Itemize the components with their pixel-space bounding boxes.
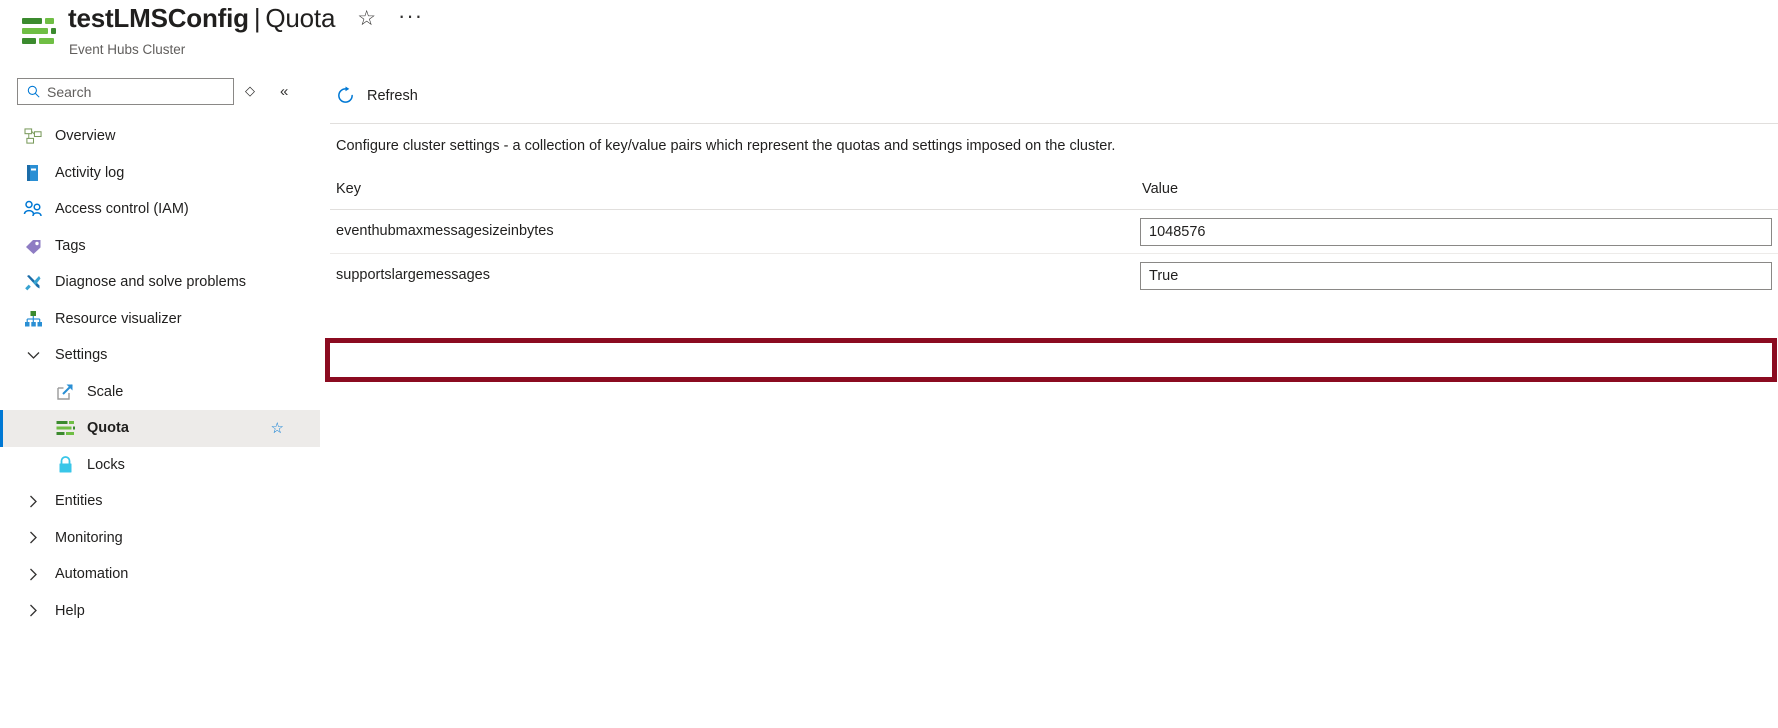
- sidebar-item-label: Resource visualizer: [55, 310, 182, 327]
- refresh-icon: [336, 86, 355, 105]
- chevron-right-icon: [20, 568, 46, 581]
- command-bar-divider: [330, 123, 1778, 124]
- highlight-annotation-box: [325, 338, 1777, 382]
- sidebar-group-label: Settings: [55, 347, 108, 364]
- sidebar-item-label: Diagnose and solve problems: [55, 274, 247, 291]
- sidebar-group-label: Monitoring: [55, 529, 123, 546]
- ellipsis-icon[interactable]: ···: [398, 4, 423, 27]
- azure-portal-quota-blade: testLMSConfig | Quota ☆ ··· Event Hubs Clu…: [0, 0, 1778, 728]
- refresh-button[interactable]: Refresh: [336, 86, 418, 105]
- quota-cluster-icon: [22, 17, 56, 47]
- sidebar-item-access-control[interactable]: Access control (IAM): [0, 191, 320, 228]
- table-row: eventhubmaxmessagesizeinbytes: [330, 210, 1778, 254]
- resource-type-subtitle: Event Hubs Cluster: [69, 42, 186, 57]
- sidebar-item-label: Tags: [55, 237, 86, 254]
- overview-icon: [20, 126, 46, 146]
- sidebar-item-tags[interactable]: Tags: [0, 228, 320, 265]
- chevron-right-icon: [20, 531, 46, 544]
- sidebar-item-label: Scale: [87, 383, 124, 400]
- sidebar-item-diagnose[interactable]: Diagnose and solve problems: [0, 264, 320, 301]
- lock-icon: [52, 455, 78, 475]
- sidebar-item-locks[interactable]: Locks: [0, 447, 320, 484]
- blade-header: testLMSConfig | Quota ☆ ··· Event Hubs Clu…: [0, 0, 1778, 70]
- blade-content: Refresh Configure cluster settings - a c…: [320, 72, 1778, 728]
- sidebar-item-overview[interactable]: Overview: [0, 118, 320, 155]
- diagnose-icon: [20, 272, 46, 292]
- tags-icon: [20, 236, 46, 256]
- blade-name: Quota: [265, 3, 336, 33]
- search-icon: [22, 85, 44, 98]
- blade-description: Configure cluster settings - a collectio…: [336, 138, 1116, 154]
- column-header-value: Value: [1142, 181, 1179, 197]
- activity-log-icon: [20, 163, 46, 183]
- resource-visualizer-icon: [20, 309, 46, 329]
- collapse-sidebar-icon[interactable]: «: [280, 83, 288, 100]
- chevron-down-icon: [20, 351, 46, 360]
- page-title-row: testLMSConfig | Quota ☆ ···: [68, 3, 423, 34]
- expand-collapse-all-icon[interactable]: ◇: [245, 83, 255, 99]
- table-row: supportslargemessages: [330, 254, 1778, 298]
- scale-icon: [52, 382, 78, 402]
- sidebar-item-quota[interactable]: Quota ☆: [0, 410, 320, 447]
- sidebar-group-settings[interactable]: Settings: [0, 337, 320, 374]
- star-outline-icon[interactable]: ☆: [271, 419, 284, 437]
- command-bar: Refresh: [320, 72, 1778, 126]
- quota-settings-table: Key Value eventhubmaxmessagesizeinbytes …: [330, 172, 1778, 298]
- sidebar-item-activity-log[interactable]: Activity log: [0, 155, 320, 192]
- setting-value-input[interactable]: [1141, 219, 1771, 245]
- sidebar-group-entities[interactable]: Entities: [0, 483, 320, 520]
- sidebar-item-label: Overview: [55, 128, 116, 145]
- setting-value-input[interactable]: [1141, 263, 1771, 289]
- sidebar-group-help[interactable]: Help: [0, 593, 320, 630]
- resource-name: testLMSConfig: [68, 3, 249, 33]
- chevron-right-icon: [20, 604, 46, 617]
- page-title: testLMSConfig | Quota: [68, 3, 335, 34]
- sidebar-item-label: Locks: [87, 456, 125, 473]
- setting-key: eventhubmaxmessagesizeinbytes: [336, 223, 554, 239]
- access-control-icon: [20, 199, 46, 219]
- star-outline-icon[interactable]: ☆: [357, 8, 376, 29]
- sidebar-group-label: Help: [55, 602, 85, 619]
- setting-key: supportslargemessages: [336, 267, 490, 283]
- search-input[interactable]: [44, 82, 214, 101]
- quota-icon: [52, 418, 78, 438]
- title-separator: |: [253, 3, 261, 33]
- sidebar-group-label: Entities: [55, 493, 103, 510]
- setting-value-field[interactable]: [1140, 218, 1772, 246]
- sidebar-item-scale[interactable]: Scale: [0, 374, 320, 411]
- chevron-right-icon: [20, 495, 46, 508]
- sidebar-item-resource-visualizer[interactable]: Resource visualizer: [0, 301, 320, 338]
- sidebar-item-label: Activity log: [55, 164, 125, 181]
- blade-sidebar: ◇ « Overview: [0, 72, 320, 728]
- sidebar-group-monitoring[interactable]: Monitoring: [0, 520, 320, 557]
- search-box[interactable]: [17, 78, 234, 105]
- sidebar-item-label: Quota: [87, 420, 129, 437]
- sidebar-group-automation[interactable]: Automation: [0, 556, 320, 593]
- sidebar-group-label: Automation: [55, 566, 129, 583]
- setting-value-field[interactable]: [1140, 262, 1772, 290]
- sidebar-nav: Overview Activity log Access control (IA…: [0, 118, 320, 629]
- sidebar-item-label: Access control (IAM): [55, 201, 189, 218]
- table-header-row: Key Value: [330, 172, 1778, 210]
- column-header-key: Key: [336, 181, 361, 197]
- refresh-label: Refresh: [367, 87, 418, 104]
